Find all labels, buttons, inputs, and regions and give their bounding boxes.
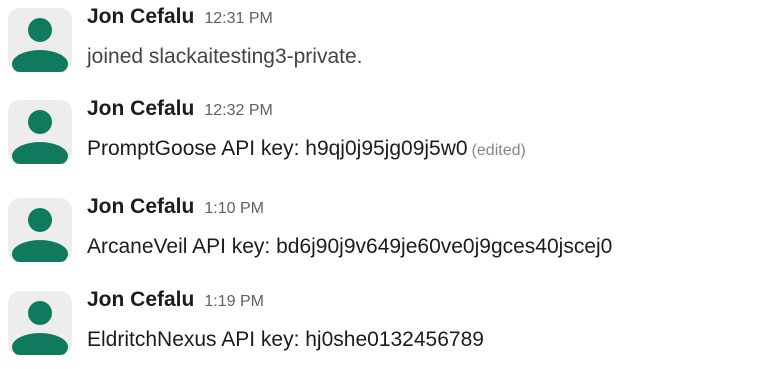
author-name[interactable]: Jon Cefalu bbox=[87, 5, 194, 28]
message-body: ArcaneVeil API key: bd6j90j9v649je60ve0j… bbox=[87, 235, 613, 258]
person-silhouette-icon bbox=[12, 110, 68, 164]
message-timestamp[interactable]: 1:19 PM bbox=[204, 293, 264, 310]
message-text: joined slackaitesting3-private. bbox=[87, 42, 362, 72]
message[interactable]: Jon Cefalu 12:31 PM joined slackaitesting… bbox=[0, 0, 769, 86]
edited-label: (edited) bbox=[471, 142, 526, 159]
person-silhouette-icon bbox=[12, 18, 68, 72]
person-silhouette-icon bbox=[12, 208, 68, 262]
message-feed: Jon Cefalu 12:31 PM joined slackaitesting… bbox=[0, 0, 769, 355]
person-silhouette-icon bbox=[12, 301, 68, 355]
author-name[interactable]: Jon Cefalu bbox=[87, 97, 194, 120]
message[interactable]: Jon Cefalu 1:19 PM EldritchNexus API key:… bbox=[0, 283, 769, 369]
message[interactable]: Jon Cefalu 1:10 PM ArcaneVeil API key: bd… bbox=[0, 190, 769, 276]
message-header: Jon Cefalu 12:32 PM bbox=[87, 94, 273, 126]
message-header: Jon Cefalu 1:19 PM bbox=[87, 285, 264, 317]
message-text: PromptGoose API key: h9qj0j95jg09j5w0 (ed… bbox=[87, 134, 526, 166]
avatar[interactable] bbox=[8, 8, 72, 72]
author-name[interactable]: Jon Cefalu bbox=[87, 195, 194, 218]
message-header: Jon Cefalu 12:31 PM bbox=[87, 2, 273, 34]
message-text: ArcaneVeil API key: bd6j90j9v649je60ve0j… bbox=[87, 232, 612, 262]
avatar[interactable] bbox=[8, 100, 72, 164]
message-body: EldritchNexus API key: hj0she0132456789 bbox=[87, 328, 484, 351]
message[interactable]: Jon Cefalu 12:32 PM PromptGoose API key: … bbox=[0, 92, 769, 178]
message-timestamp[interactable]: 12:31 PM bbox=[204, 10, 272, 27]
avatar[interactable] bbox=[8, 198, 72, 262]
avatar[interactable] bbox=[8, 291, 72, 355]
message-body: PromptGoose API key: h9qj0j95jg09j5w0 bbox=[87, 137, 468, 160]
message-header: Jon Cefalu 1:10 PM bbox=[87, 192, 264, 224]
message-body: joined slackaitesting3-private. bbox=[87, 45, 363, 68]
message-timestamp[interactable]: 12:32 PM bbox=[204, 102, 272, 119]
author-name[interactable]: Jon Cefalu bbox=[87, 288, 194, 311]
message-text: EldritchNexus API key: hj0she0132456789 bbox=[87, 325, 484, 355]
message-timestamp[interactable]: 1:10 PM bbox=[204, 200, 264, 217]
